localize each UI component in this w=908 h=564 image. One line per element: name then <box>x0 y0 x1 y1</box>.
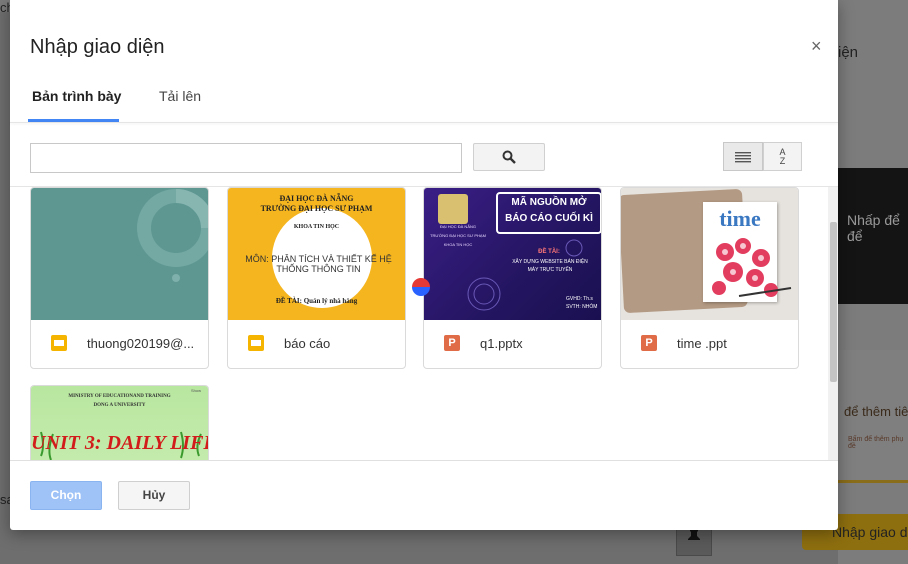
right-panel-slide-dark: Nhấp để để <box>838 168 908 304</box>
right-slide2-subtext: Bấm để thêm phụ đề <box>848 436 904 450</box>
file-card-footer: thuong020199@... <box>31 320 208 368</box>
cancel-button[interactable]: Hủy <box>118 481 190 510</box>
search-input[interactable] <box>30 143 462 173</box>
file-name: q1.pptx <box>480 336 523 351</box>
file-card-footer: báo cáo <box>228 320 405 368</box>
right-panel-slide-light: để thêm tiê Bấm để thêm phụ đề <box>838 350 908 483</box>
right-panel-title: iện <box>838 44 859 61</box>
select-button[interactable]: Chọn <box>30 481 102 510</box>
sort-button[interactable]: A Z <box>763 142 802 171</box>
powerpoint-icon: P <box>641 335 657 351</box>
file-thumbnail: MINISTRY OF EDUCATIONAND TRAINING DONG A… <box>31 386 208 460</box>
file-card[interactable]: ĐẠI HỌC ĐÀ NẴNG TRƯỜNG ĐẠI HỌC SƯ PHẠM K… <box>227 187 406 369</box>
file-thumbnail: time <box>621 188 798 320</box>
powerpoint-icon: P <box>444 335 460 351</box>
sort-az-icon: A Z <box>779 146 786 166</box>
search-button[interactable] <box>473 143 545 171</box>
tab-presentations[interactable]: Bản trình bày <box>32 88 121 104</box>
file-card[interactable]: MÃ NGUỒN MỞ BÁO CÁO CUỐI KÌ ĐẠI HỌC ĐÀ N… <box>423 187 602 369</box>
scrollbar-thumb[interactable] <box>830 222 837 382</box>
file-thumbnail: MÃ NGUỒN MỞ BÁO CÁO CUỐI KÌ ĐẠI HỌC ĐÀ N… <box>424 188 601 320</box>
footer-divider <box>10 460 838 461</box>
google-slides-icon <box>51 335 67 351</box>
google-slides-icon <box>248 335 264 351</box>
drag-indicator-icon <box>412 278 430 296</box>
file-card[interactable]: MINISTRY OF EDUCATIONAND TRAINING DONG A… <box>30 385 209 460</box>
search-icon <box>502 150 516 164</box>
tabs-divider <box>10 122 838 123</box>
right-slide2-text: để thêm tiê <box>844 404 908 419</box>
import-theme-dialog: Nhập giao diện × Bản trình bày Tải lên A… <box>10 0 838 530</box>
file-card[interactable]: thuong020199@... <box>30 187 209 369</box>
file-name: báo cáo <box>284 336 331 351</box>
close-icon[interactable]: × <box>811 36 822 57</box>
list-view-button[interactable] <box>723 142 763 171</box>
list-view-icon <box>735 151 751 162</box>
file-card-footer: P q1.pptx <box>424 320 601 368</box>
file-thumbnail: ĐẠI HỌC ĐÀ NẴNG TRƯỜNG ĐẠI HỌC SƯ PHẠM K… <box>228 188 405 320</box>
file-thumbnail <box>31 188 208 320</box>
file-name: thuong020199@... <box>87 336 195 351</box>
background-import-label: Nhập giao d <box>832 524 908 540</box>
file-name: time .ppt <box>677 336 727 351</box>
right-slide-text: Nhấp để để <box>847 212 900 244</box>
file-card-footer: P time .ppt <box>621 320 798 368</box>
file-grid: thuong020199@... ĐẠI HỌC ĐÀ NẴNG TRƯỜNG … <box>10 187 838 460</box>
tab-upload[interactable]: Tải lên <box>159 88 201 104</box>
dialog-title: Nhập giao diện <box>30 36 165 58</box>
file-card[interactable]: time P time .ppt <box>620 187 799 369</box>
